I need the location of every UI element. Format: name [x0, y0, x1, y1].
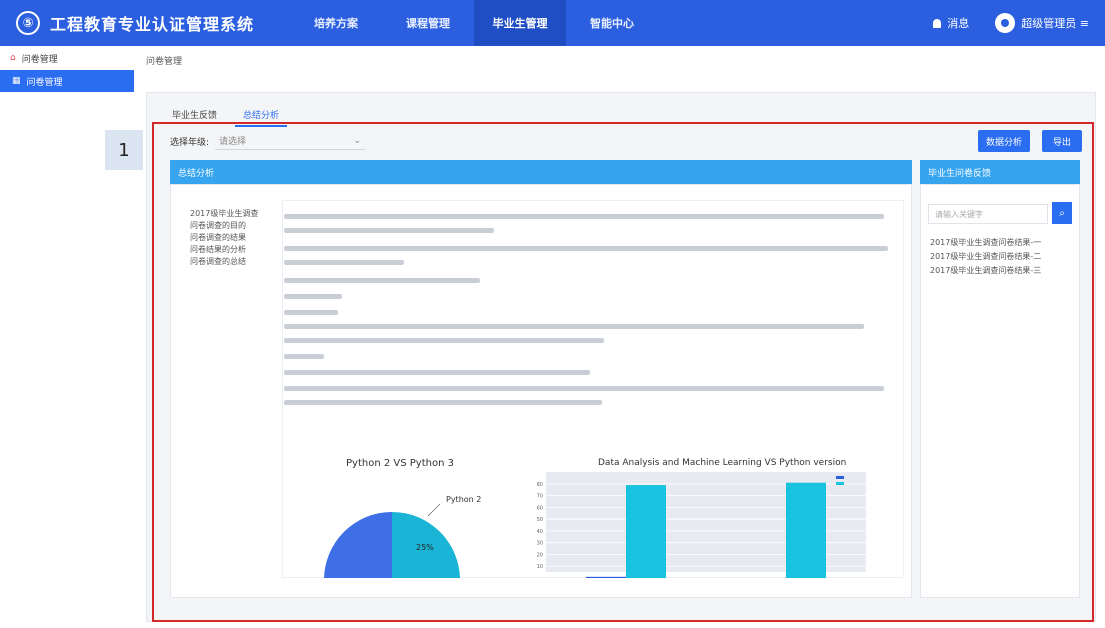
bar-chart: 10 20 30 40 50 60 70 80	[537, 472, 866, 578]
pie-slice-label: Python 2	[446, 495, 481, 504]
text-line	[284, 386, 884, 391]
y-tick-label: 20	[537, 552, 543, 558]
search-input[interactable]: 请输入关键字	[928, 204, 1048, 224]
user-menu[interactable]: 超级管理员 ≡	[995, 13, 1089, 33]
text-line	[284, 324, 864, 329]
feedback-link[interactable]: 2017级毕业生调查问卷结果-一	[930, 236, 1041, 250]
text-line	[284, 294, 342, 299]
header-actions: 消息 超级管理员 ≡	[933, 0, 1089, 46]
text-line	[284, 260, 404, 265]
text-line	[284, 228, 494, 233]
toc-item[interactable]: 问卷调查的总结	[190, 256, 258, 268]
nav-item-training-plan[interactable]: 培养方案	[290, 0, 382, 46]
sidebar-group-label: 问卷管理	[21, 54, 58, 65]
bar	[586, 576, 626, 578]
text-line	[284, 338, 604, 343]
y-tick-label: 80	[537, 482, 543, 488]
pie-chart-title: Python 2 VS Python 3	[346, 458, 454, 469]
grade-select[interactable]: 请选择 ⌄	[215, 132, 366, 150]
toc-item[interactable]: 问卷结果的分析	[190, 244, 258, 256]
toc-item[interactable]: 2017级毕业生调查	[190, 208, 258, 220]
y-tick-label: 10	[537, 564, 543, 570]
top-navigation-bar: ⑤ 工程教育专业认证管理系统 培养方案 课程管理 毕业生管理 智能中心 消息 超…	[0, 0, 1105, 46]
home-icon: ⌂	[10, 53, 16, 63]
nav-item-course-management[interactable]: 课程管理	[382, 0, 474, 46]
table-of-contents: 2017级毕业生调查 问卷调查的目的 问卷调查的结果 问卷结果的分析 问卷调查的…	[190, 208, 258, 268]
pie-chart: Python 2 25%	[324, 495, 481, 578]
text-line	[284, 370, 590, 375]
sidebar-group-questionnaire[interactable]: ⌂ 问卷管理	[0, 46, 134, 70]
search-icon: ⌕	[1059, 207, 1065, 219]
side-panel-header: 毕业生问卷反馈	[920, 160, 1080, 184]
feedback-link[interactable]: 2017级毕业生调查问卷结果-三	[930, 264, 1041, 278]
messages-label: 消息	[947, 17, 970, 30]
search-button[interactable]: ⌕	[1052, 202, 1072, 224]
main-nav: 培养方案 课程管理 毕业生管理 智能中心	[290, 0, 658, 46]
toc-item[interactable]: 问卷调查的目的	[190, 220, 258, 232]
sidebar-item-label: 问卷管理	[26, 77, 63, 88]
grid-icon: ▦	[12, 76, 21, 86]
annotation-number-badge: 1	[105, 130, 143, 170]
nav-item-smart-center[interactable]: 智能中心	[566, 0, 658, 46]
feedback-link[interactable]: 2017级毕业生调查问卷结果-二	[930, 250, 1041, 264]
y-tick-label: 50	[537, 517, 543, 523]
app-title: 工程教育专业认证管理系统	[50, 15, 255, 34]
sidebar-item-questionnaire[interactable]: ▦ 问卷管理	[0, 70, 134, 92]
data-analysis-button[interactable]: 数据分析	[978, 130, 1030, 152]
avatar-dot	[1001, 19, 1010, 27]
avatar	[995, 13, 1016, 33]
feedback-link-list: 2017级毕业生调查问卷结果-一 2017级毕业生调查问卷结果-二 2017级毕…	[930, 236, 1041, 278]
text-line	[284, 278, 480, 283]
grade-select-placeholder: 请选择	[219, 137, 247, 147]
nav-item-graduate-management[interactable]: 毕业生管理	[474, 0, 566, 46]
text-line	[284, 354, 324, 359]
app-logo[interactable]: ⑤ 工程教育专业认证管理系统	[0, 11, 290, 35]
y-tick-label: 40	[537, 529, 543, 535]
bell-icon	[933, 18, 942, 28]
y-tick-label: 70	[537, 494, 543, 500]
main-panel-header: 总结分析	[170, 160, 912, 184]
chevron-down-icon: ⌄	[353, 135, 362, 146]
text-line	[284, 400, 602, 405]
pie-percent-label: 25%	[416, 543, 434, 552]
text-line	[284, 214, 884, 219]
toc-item[interactable]: 问卷调查的结果	[190, 232, 258, 244]
text-line	[284, 246, 888, 251]
y-tick-label: 60	[537, 505, 543, 511]
export-button[interactable]: 导出	[1042, 130, 1082, 152]
bar	[626, 485, 666, 578]
y-tick-label: 30	[537, 541, 543, 547]
breadcrumb: 问卷管理	[146, 57, 183, 67]
grade-filter-label: 选择年级:	[170, 137, 210, 148]
messages-link[interactable]: 消息	[933, 15, 969, 31]
legend-swatch	[836, 476, 844, 479]
legend-swatch	[836, 482, 844, 485]
pie-label-leader	[427, 503, 441, 517]
text-line	[284, 310, 338, 315]
bar	[786, 482, 826, 578]
user-label: 超级管理员 ≡	[1021, 17, 1089, 30]
logo-icon: ⑤	[16, 11, 40, 35]
grade-filter: 选择年级: 请选择 ⌄	[170, 132, 366, 150]
